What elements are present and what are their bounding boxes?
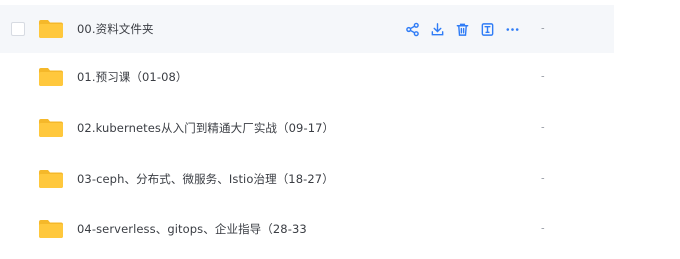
modified-date: - [541,71,545,83]
folder-icon [39,68,63,86]
file-name[interactable]: 03-ceph、分布式、微服务、Istio治理（18-27） [77,171,334,187]
row-checkbox[interactable] [11,22,25,36]
share-icon[interactable] [404,21,420,37]
rename-icon[interactable] [479,21,495,37]
file-row[interactable]: 02.kubernetes从入门到精通大厂实战（09-17） - [0,104,614,152]
file-row[interactable]: 00.资料文件夹 - [0,5,614,53]
file-name[interactable]: 01.预习课（01-08） [77,69,188,85]
folder-icon [39,20,63,38]
modified-date: - [541,23,545,35]
file-name[interactable]: 04-serverless、gitops、企业指导（28-33 [77,221,307,237]
folder-icon [39,119,63,137]
modified-date: - [541,223,545,235]
more-icon[interactable] [504,21,520,37]
delete-icon[interactable] [454,21,470,37]
folder-icon [39,170,63,188]
file-row[interactable]: 04-serverless、gitops、企业指导（28-33 - [0,205,614,253]
file-row[interactable]: 03-ceph、分布式、微服务、Istio治理（18-27） - [0,155,614,203]
file-name[interactable]: 00.资料文件夹 [77,21,154,37]
row-actions [404,21,529,37]
modified-date: - [541,122,545,134]
file-list: 00.资料文件夹 - 01.预习课（01-08） - 02.kubernetes… [0,0,680,259]
folder-icon [39,220,63,238]
download-icon[interactable] [429,21,445,37]
file-row[interactable]: 01.预习课（01-08） - [0,53,614,101]
file-name[interactable]: 02.kubernetes从入门到精通大厂实战（09-17） [77,120,334,136]
modified-date: - [541,173,545,185]
